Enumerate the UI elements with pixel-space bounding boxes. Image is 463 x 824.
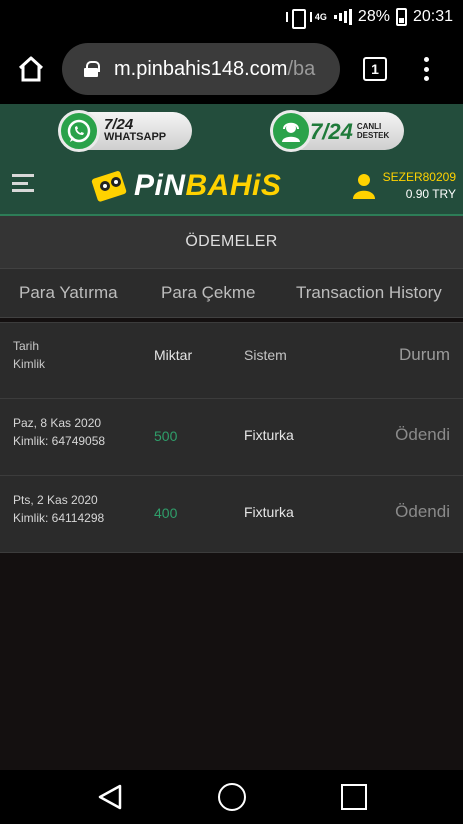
browser-toolbar: m.pinbahis148.com/ba 1 (0, 34, 463, 104)
hamburger-menu-icon[interactable] (12, 174, 34, 192)
lock-icon (84, 61, 100, 77)
header-date-id: Tarih Kimlik (13, 337, 45, 373)
table-row: Paz, 8 Kas 2020 Kimlik: 64749058 500 Fix… (0, 399, 463, 476)
header-amount: Miktar (154, 347, 193, 363)
status-bar: 4G 28% 20:31 (0, 0, 463, 34)
row-id: Kimlik: 64114298 (13, 511, 105, 525)
back-triangle-icon[interactable] (96, 783, 124, 811)
logo-text: PiNBAHiS (134, 169, 281, 203)
row-date: Pts, 2 Kas 2020 (13, 493, 98, 507)
home-icon[interactable] (16, 54, 46, 84)
home-circle-icon[interactable] (218, 783, 246, 811)
whatsapp-label: 7/24 WHATSAPP (104, 116, 167, 144)
header-system: Sistem (244, 347, 287, 363)
whatsapp-icon (58, 110, 100, 152)
tab-deposit[interactable]: Para Yatırma (19, 283, 118, 303)
live-support-line2: DESTEK (356, 131, 390, 140)
signal-icon (333, 9, 352, 25)
header-id: Kimlik (13, 357, 45, 371)
live-support-text: CANLI DESTEK (357, 122, 389, 140)
tab-withdraw[interactable]: Para Çekme (161, 283, 255, 303)
account-balance: 0.90 TRY (405, 187, 456, 201)
support-agent-icon (270, 110, 312, 152)
row-date-id: Pts, 2 Kas 2020 Kimlik: 64114298 (13, 491, 104, 527)
battery-icon (395, 8, 407, 26)
url-text: m.pinbahis148.com/ba (114, 58, 315, 81)
payments-tabs: Para Yatırma Para Çekme Transaction Hist… (0, 268, 463, 318)
network-type: 4G (314, 11, 327, 22)
whatsapp-button[interactable]: 7/24 WHATSAPP (58, 110, 192, 152)
clock: 20:31 (412, 8, 453, 25)
table-row: Pts, 2 Kas 2020 Kimlik: 64114298 400 Fix… (0, 476, 463, 553)
tab-transaction-history[interactable]: Transaction History (296, 283, 442, 303)
more-vert-icon[interactable] (418, 54, 434, 84)
header-date: Tarih (13, 339, 40, 353)
row-date-id: Paz, 8 Kas 2020 Kimlik: 64749058 (13, 414, 105, 450)
logo-mark-icon (91, 171, 127, 202)
recents-square-icon[interactable] (341, 784, 367, 810)
system-navigation-bar (0, 770, 463, 824)
row-id: Kimlik: 64749058 (13, 434, 106, 448)
user-icon[interactable] (353, 173, 375, 199)
logo-text-part1: PiN (134, 169, 186, 202)
address-bar[interactable]: m.pinbahis148.com/ba (62, 43, 340, 95)
battery-percent: 28% (357, 8, 390, 25)
tabs-icon[interactable]: 1 (363, 57, 387, 81)
row-amount: 400 (154, 505, 178, 521)
whatsapp-text: WHATSAPP (104, 131, 167, 143)
header-status: Durum (398, 345, 450, 364)
row-date: Paz, 8 Kas 2020 (13, 416, 102, 430)
table-header-row: Tarih Kimlik Miktar Sistem Durum (0, 322, 463, 399)
site-logo[interactable]: PiNBAHiS (90, 165, 281, 207)
whatsapp-hours: 7/24 (104, 116, 134, 133)
row-status: Ödendi (395, 425, 450, 444)
row-amount: 500 (154, 428, 178, 444)
live-support-button[interactable]: 7/24 CANLI DESTEK (270, 110, 404, 152)
row-system: Fixturka (244, 427, 294, 443)
live-support-hours: 7/24 (310, 118, 353, 144)
row-status: Ödendi (395, 502, 450, 521)
live-support-label: 7/24 CANLI DESTEK (310, 118, 389, 144)
url-host: m.pinbahis148.com (114, 57, 288, 80)
vibrate-icon (285, 8, 312, 29)
live-support-line1: CANLI (356, 122, 382, 131)
tab-count: 1 (371, 61, 379, 77)
username[interactable]: SEZER80209 (383, 170, 456, 184)
transactions-table: Tarih Kimlik Miktar Sistem Durum Paz, 8 … (0, 322, 463, 553)
row-system: Fixturka (244, 504, 294, 520)
page-title: ÖDEMELER (0, 216, 463, 268)
url-path: /ba (287, 57, 316, 80)
logo-text-part2: BAHiS (185, 169, 282, 202)
